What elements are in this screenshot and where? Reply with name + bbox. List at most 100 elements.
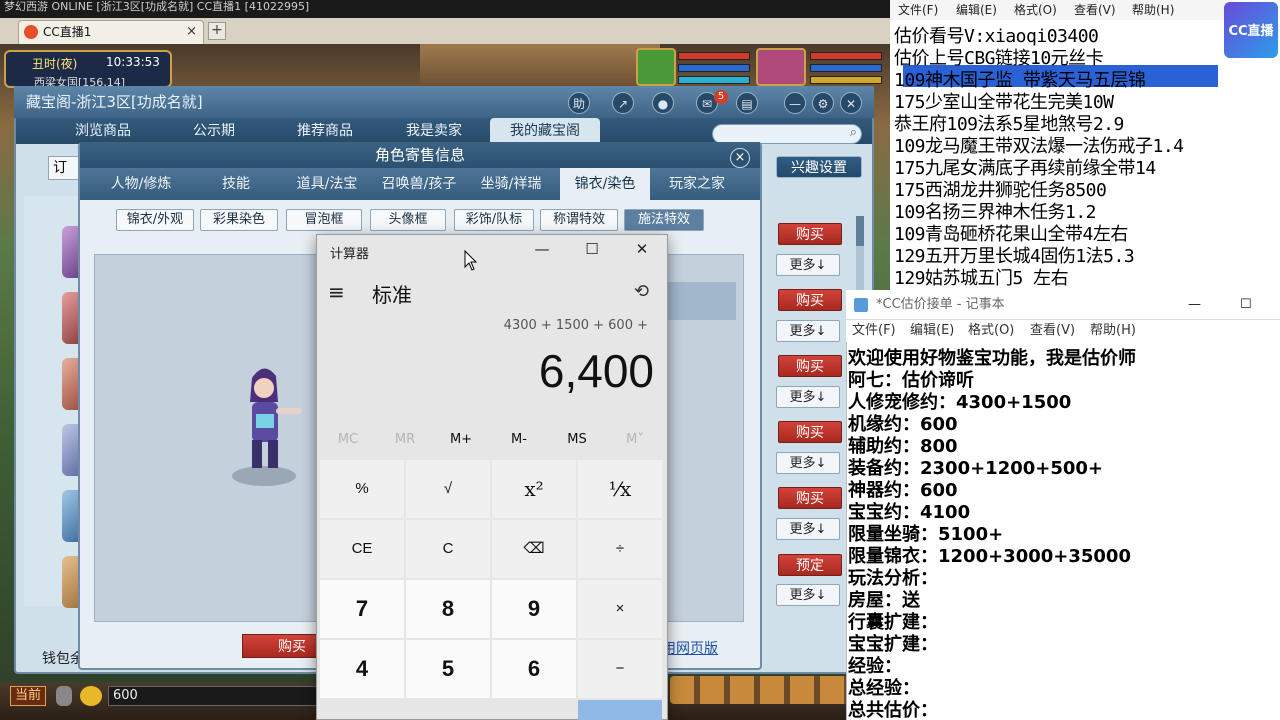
sqrt-button[interactable]: √ <box>406 460 490 518</box>
more-button[interactable]: 更多↓ <box>776 386 840 408</box>
browser-tab[interactable]: CC直播1 × <box>18 20 204 44</box>
notepad2-title-bar: *CC估价接单 - 记事本 — ☐ <box>846 290 1280 320</box>
multiply-button[interactable]: × <box>578 580 662 638</box>
cbg-search-input[interactable]: ⌕ <box>712 124 862 144</box>
notepad2-line[interactable]: 总共估价： <box>848 696 938 720</box>
role-close-icon[interactable]: × <box>730 148 750 168</box>
subtab-dye[interactable]: 彩果染色 <box>200 209 278 231</box>
buy-button[interactable]: 购买 <box>778 487 842 509</box>
tab-mounts[interactable]: 坐骑/祥瑞 <box>470 168 552 200</box>
memory-list-button[interactable]: M˅ <box>610 432 660 447</box>
chat-channel-button[interactable]: 当前 <box>10 686 46 706</box>
divide-button[interactable]: ÷ <box>578 520 662 578</box>
menu-edit[interactable]: 编辑(E) <box>910 320 954 342</box>
menu-view[interactable]: 查看(V) <box>1074 0 1116 20</box>
tab-home[interactable]: 玩家之家 <box>656 168 738 200</box>
share-icon[interactable]: ↗ <box>612 92 634 114</box>
outfit-list-item[interactable] <box>666 282 736 320</box>
memory-subtract-button[interactable]: M- <box>494 432 544 447</box>
cart-icon[interactable]: ▤ <box>736 92 758 114</box>
more-button[interactable]: 更多↓ <box>776 254 840 276</box>
plus-button[interactable] <box>578 700 662 720</box>
square-button[interactable]: x² <box>492 460 576 518</box>
calc-minimize-button[interactable]: — <box>530 240 554 258</box>
reserve-button[interactable]: 预定 <box>778 554 842 576</box>
subtab-avatar-frame[interactable]: 头像框 <box>370 209 446 231</box>
buy-button[interactable]: 购买 <box>778 355 842 377</box>
hamburger-menu-icon[interactable]: ≡ <box>328 280 345 304</box>
minimize-icon[interactable]: — <box>784 92 806 114</box>
backspace-icon[interactable]: ⌫ <box>492 520 576 578</box>
buy-button[interactable]: 购买 <box>778 223 842 245</box>
menu-format[interactable]: 格式(O) <box>1014 0 1057 20</box>
menu-view[interactable]: 查看(V) <box>1030 320 1075 342</box>
digit-9-button[interactable]: 9 <box>492 580 576 638</box>
cbg-help-button[interactable]: 助 <box>568 92 590 114</box>
settings-gear-icon[interactable]: ⚙ <box>812 92 834 114</box>
nav-my-cbg[interactable]: 我的藏宝阁 <box>490 118 600 144</box>
tab-skills[interactable]: 技能 <box>208 168 264 200</box>
close-tab-icon[interactable]: × <box>186 21 197 43</box>
buy-button[interactable]: 购买 <box>778 421 842 443</box>
clear-button[interactable]: C <box>406 520 490 578</box>
interest-settings-button[interactable]: 兴趣设置 <box>776 156 862 178</box>
buy-button[interactable]: 购买 <box>778 289 842 311</box>
nav-seller[interactable]: 我是卖家 <box>392 118 476 144</box>
player-portrait[interactable] <box>756 48 806 86</box>
digit-8-button[interactable]: 8 <box>406 580 490 638</box>
character-sprite <box>232 368 302 486</box>
chat-input[interactable]: 600 <box>108 686 320 706</box>
digit-6-button[interactable]: 6 <box>492 640 576 698</box>
tab-pets[interactable]: 召唤兽/孩子 <box>372 168 466 200</box>
memory-add-button[interactable]: M+ <box>436 432 486 447</box>
web-version-link[interactable]: 用网页版 <box>662 638 718 658</box>
menu-format[interactable]: 格式(O) <box>968 320 1014 342</box>
notepad2-maximize-button[interactable]: ☐ <box>1240 290 1252 320</box>
pet-portrait[interactable] <box>636 48 676 86</box>
order-button[interactable]: 订单 <box>48 156 80 180</box>
nav-browse[interactable]: 浏览商品 <box>60 118 146 144</box>
calc-close-button[interactable]: ✕ <box>630 240 654 258</box>
subtab-cast-effect[interactable]: 施法特效 <box>624 209 704 231</box>
tab-outfits[interactable]: 锦衣/染色 <box>560 168 650 200</box>
more-button[interactable]: 更多↓ <box>776 584 840 606</box>
nav-recommend[interactable]: 推荐商品 <box>282 118 368 144</box>
memory-store-button[interactable]: MS <box>552 432 602 447</box>
notepad1-line[interactable]: 129姑苏城五门5 左右 <box>894 264 1069 290</box>
subtab-title-effect[interactable]: 称谓特效 <box>540 209 618 231</box>
notepad2-minimize-button[interactable]: — <box>1188 290 1201 320</box>
menu-file[interactable]: 文件(F) <box>852 320 896 342</box>
history-icon[interactable]: ⟲ <box>634 281 649 302</box>
memory-recall-button[interactable]: MR <box>380 432 430 447</box>
digit-4-button[interactable]: 4 <box>320 640 404 698</box>
game-toolbar-icons[interactable] <box>670 676 850 704</box>
more-button[interactable]: 更多↓ <box>776 518 840 540</box>
close-icon[interactable]: ✕ <box>840 92 862 114</box>
more-button[interactable]: 更多↓ <box>776 452 840 474</box>
nav-publicity[interactable]: 公示期 <box>176 118 252 144</box>
microphone-icon[interactable] <box>56 686 72 706</box>
subtab-outfit[interactable]: 锦衣/外观 <box>116 209 194 231</box>
subtab-team-badge[interactable]: 彩饰/队标 <box>454 209 534 231</box>
clear-entry-button[interactable]: CE <box>320 520 404 578</box>
calculator-expression: 4300 + 1500 + 600 + <box>503 318 648 333</box>
digit-5-button[interactable]: 5 <box>406 640 490 698</box>
tab-items[interactable]: 道具/法宝 <box>284 168 370 200</box>
memory-clear-button[interactable]: MC <box>323 432 373 447</box>
record-icon[interactable]: ● <box>652 92 674 114</box>
menu-help[interactable]: 帮助(H) <box>1090 320 1136 342</box>
tab-character[interactable]: 人物/修炼 <box>98 168 184 200</box>
new-tab-button[interactable]: + <box>208 22 226 40</box>
menu-edit[interactable]: 编辑(E) <box>956 0 997 20</box>
emoji-icon[interactable] <box>80 686 102 706</box>
reciprocal-button[interactable]: ⅟x <box>578 460 662 518</box>
menu-file[interactable]: 文件(F) <box>898 0 938 20</box>
subtab-bubble[interactable]: 冒泡框 <box>286 209 362 231</box>
game-clock-panel: 丑时(夜) 10:33:53 西梁女国[156,14] <box>4 50 172 89</box>
calc-maximize-button[interactable]: ☐ <box>580 240 604 258</box>
menu-help[interactable]: 帮助(H) <box>1132 0 1174 20</box>
percent-button[interactable]: % <box>320 460 404 518</box>
digit-7-button[interactable]: 7 <box>320 580 404 638</box>
minus-button[interactable]: − <box>578 640 662 698</box>
more-button[interactable]: 更多↓ <box>776 320 840 342</box>
